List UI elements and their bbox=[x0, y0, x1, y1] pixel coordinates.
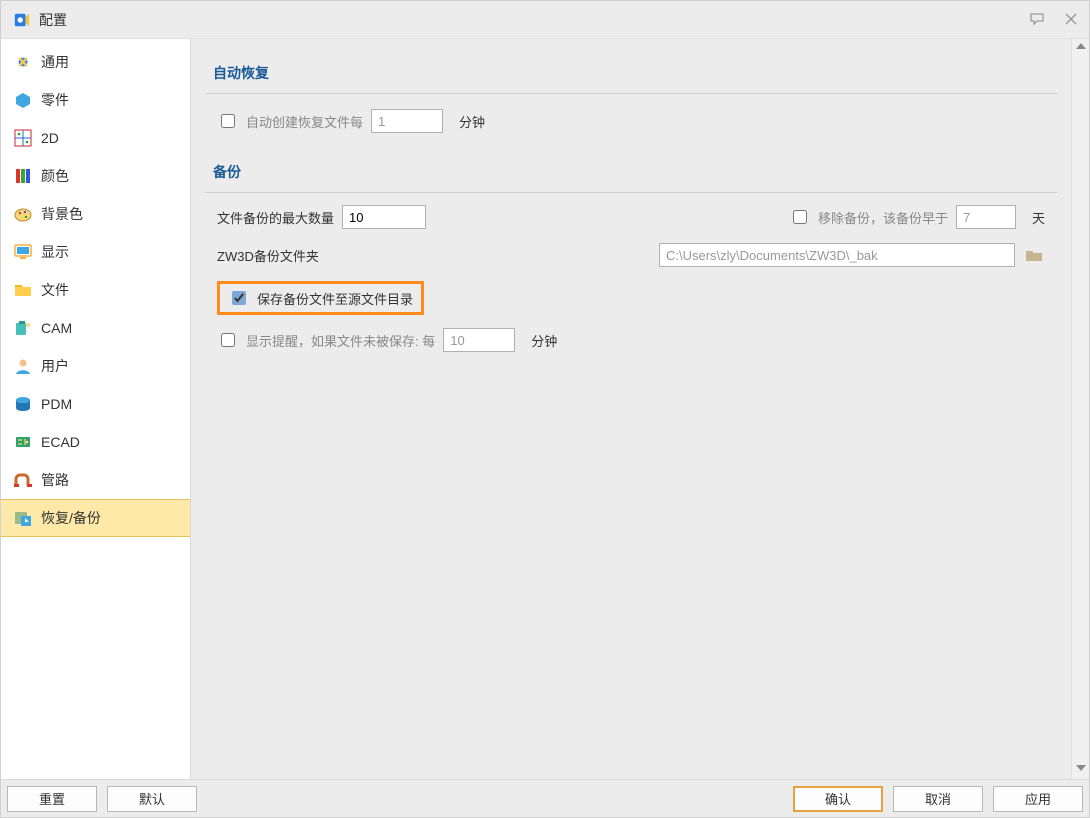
palette-icon bbox=[13, 166, 33, 186]
sidebar: 通用 零件 2D 颜色 背景色 显示 bbox=[1, 39, 191, 779]
max-backup-label: 文件备份的最大数量 bbox=[217, 208, 334, 227]
highlighted-option: 保存备份文件至源文件目录 bbox=[217, 281, 424, 315]
sidebar-item-label: 2D bbox=[41, 130, 59, 146]
gear-icon bbox=[13, 52, 33, 72]
dialog-title: 配置 bbox=[39, 10, 67, 30]
app-icon bbox=[13, 11, 31, 29]
sidebar-item-display[interactable]: 显示 bbox=[1, 233, 190, 271]
reset-button[interactable]: 重置 bbox=[7, 786, 97, 812]
sidebar-item-cam[interactable]: CAM bbox=[1, 309, 190, 347]
cancel-button[interactable]: 取消 bbox=[893, 786, 983, 812]
sidebar-item-recover-backup[interactable]: 恢复/备份 bbox=[1, 499, 190, 537]
config-dialog: 配置 通用 零件 2D bbox=[0, 0, 1090, 818]
ok-button[interactable]: 确认 bbox=[793, 786, 883, 812]
browse-folder-button[interactable] bbox=[1023, 246, 1045, 264]
recover-icon bbox=[13, 508, 33, 528]
checkbox-label: 保存备份文件至源文件目录 bbox=[257, 289, 413, 308]
backup-folder-path-input[interactable] bbox=[659, 243, 1015, 267]
sidebar-item-label: 显示 bbox=[41, 242, 69, 262]
checkbox-show-remind[interactable]: 显示提醒，如果文件未被保存: 每 bbox=[217, 330, 435, 350]
checkbox-input[interactable] bbox=[793, 210, 807, 224]
checkbox-label: 移除备份，该备份早于 bbox=[818, 208, 948, 227]
folder-icon bbox=[13, 280, 33, 300]
sidebar-item-label: 零件 bbox=[41, 90, 69, 110]
grid-icon bbox=[13, 128, 33, 148]
sidebar-item-general[interactable]: 通用 bbox=[1, 43, 190, 81]
sidebar-item-label: 颜色 bbox=[41, 166, 69, 186]
ecad-icon bbox=[13, 432, 33, 452]
unit-label: 天 bbox=[1032, 208, 1045, 227]
sidebar-item-label: 背景色 bbox=[41, 204, 83, 224]
sidebar-item-label: CAM bbox=[41, 320, 72, 336]
checkbox-label: 显示提醒，如果文件未被保存: 每 bbox=[246, 331, 435, 350]
close-icon[interactable] bbox=[1061, 9, 1081, 29]
cam-icon bbox=[13, 318, 33, 338]
checkbox-input[interactable] bbox=[221, 333, 235, 347]
checkbox-input[interactable] bbox=[221, 114, 235, 128]
pipe-icon bbox=[13, 470, 33, 490]
vertical-scrollbar[interactable] bbox=[1071, 39, 1089, 779]
checkbox-label: 自动创建恢复文件每 bbox=[246, 112, 363, 131]
user-icon bbox=[13, 356, 33, 376]
unit-label: 分钟 bbox=[531, 331, 557, 350]
unit-label: 分钟 bbox=[459, 112, 485, 131]
sidebar-item-label: 用户 bbox=[41, 356, 69, 376]
sidebar-item-2d[interactable]: 2D bbox=[1, 119, 190, 157]
title-bar: 配置 bbox=[1, 1, 1089, 39]
sidebar-item-label: 通用 bbox=[41, 52, 69, 72]
checkbox-save-to-source-dir[interactable]: 保存备份文件至源文件目录 bbox=[228, 288, 413, 308]
sidebar-item-background[interactable]: 背景色 bbox=[1, 195, 190, 233]
sidebar-item-label: ECAD bbox=[41, 434, 80, 450]
sidebar-item-part[interactable]: 零件 bbox=[1, 81, 190, 119]
sidebar-item-user[interactable]: 用户 bbox=[1, 347, 190, 385]
content-area: 自动恢复 自动创建恢复文件每 分钟 备份 bbox=[191, 39, 1089, 779]
part-icon bbox=[13, 90, 33, 110]
sidebar-item-label: PDM bbox=[41, 396, 72, 412]
sidebar-item-label: 文件 bbox=[41, 280, 69, 300]
apply-button[interactable]: 应用 bbox=[993, 786, 1083, 812]
scroll-down-arrow-icon[interactable] bbox=[1074, 761, 1087, 779]
sidebar-item-color[interactable]: 颜色 bbox=[1, 157, 190, 195]
section-header-auto-recover: 自动恢复 bbox=[205, 55, 1057, 94]
sidebar-item-file[interactable]: 文件 bbox=[1, 271, 190, 309]
recover-interval-input[interactable] bbox=[371, 109, 443, 133]
sidebar-item-label: 恢复/备份 bbox=[41, 508, 101, 528]
remove-days-input[interactable] bbox=[956, 205, 1016, 229]
pdm-icon bbox=[13, 394, 33, 414]
checkbox-auto-create-recover[interactable]: 自动创建恢复文件每 bbox=[217, 111, 363, 131]
section-header-backup: 备份 bbox=[205, 154, 1057, 193]
checkbox-input[interactable] bbox=[232, 291, 246, 305]
default-button[interactable]: 默认 bbox=[107, 786, 197, 812]
checkbox-remove-backup[interactable]: 移除备份，该备份早于 bbox=[789, 207, 948, 227]
sidebar-item-routing[interactable]: 管路 bbox=[1, 461, 190, 499]
monitor-icon bbox=[13, 242, 33, 262]
scroll-up-arrow-icon[interactable] bbox=[1074, 39, 1087, 57]
remind-interval-input[interactable] bbox=[443, 328, 515, 352]
comment-icon[interactable] bbox=[1027, 9, 1047, 29]
backup-folder-label: ZW3D备份文件夹 bbox=[217, 246, 319, 265]
sidebar-item-ecad[interactable]: ECAD bbox=[1, 423, 190, 461]
dialog-footer: 重置 默认 确认 取消 应用 bbox=[1, 779, 1089, 817]
sidebar-item-pdm[interactable]: PDM bbox=[1, 385, 190, 423]
max-backup-input[interactable] bbox=[342, 205, 426, 229]
background-icon bbox=[13, 204, 33, 224]
sidebar-item-label: 管路 bbox=[41, 470, 69, 490]
